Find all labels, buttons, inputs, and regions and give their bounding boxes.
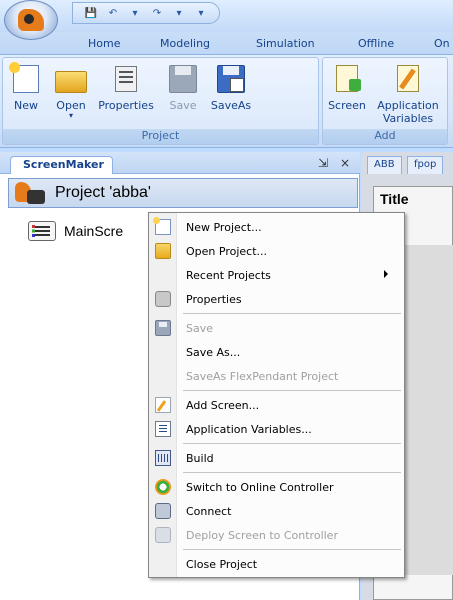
tab-home[interactable]: Home bbox=[88, 37, 120, 50]
project-group: New Open ▾ Properties Save SaveAs Projec… bbox=[2, 57, 319, 145]
menu-separator bbox=[183, 313, 401, 314]
menu-item-deploy-screen[interactable]: Deploy Screen to Controller bbox=[149, 523, 404, 547]
application-variables-icon bbox=[391, 62, 425, 96]
menu-item-close-project[interactable]: Close Project bbox=[149, 552, 404, 576]
menu-item-build[interactable]: Build bbox=[149, 446, 404, 470]
add-screen-icon bbox=[155, 397, 171, 413]
application-variables-button[interactable]: Application Variables bbox=[373, 62, 443, 125]
customize-toolbar-icon[interactable]: ▾ bbox=[193, 5, 209, 21]
menu-item-properties[interactable]: Properties bbox=[149, 287, 404, 311]
dropdown-arrow-icon[interactable]: ▾ bbox=[69, 112, 73, 120]
new-button[interactable]: New bbox=[9, 62, 43, 112]
save-icon[interactable]: 💾 bbox=[83, 5, 99, 21]
build-icon bbox=[155, 450, 171, 466]
tab-screenmaker[interactable]: ScreenMaker bbox=[10, 156, 113, 174]
project-title: Project 'abba' bbox=[55, 184, 151, 201]
submenu-arrow-icon bbox=[384, 270, 388, 278]
menu-separator bbox=[183, 549, 401, 550]
new-project-icon bbox=[9, 62, 43, 96]
menu-item-recent-projects[interactable]: Recent Projects bbox=[149, 263, 404, 287]
properties-button[interactable]: Properties bbox=[95, 62, 157, 112]
tab-fpop[interactable]: fpop bbox=[407, 156, 444, 174]
tab-abb[interactable]: ABB bbox=[367, 156, 402, 174]
menu-item-application-variables[interactable]: Application Variables... bbox=[149, 417, 404, 441]
tree-item-label: MainScre bbox=[64, 223, 124, 239]
title-bar: 💾 ↶ ▾ ↷ ▾ ▾ bbox=[0, 0, 453, 32]
menu-item-save-as[interactable]: Save As... bbox=[149, 340, 404, 364]
open-folder-icon bbox=[155, 243, 171, 259]
tab-offline[interactable]: Offline bbox=[358, 37, 394, 50]
project-context-menu: New Project... Open Project... Recent Pr… bbox=[148, 212, 405, 578]
properties-icon bbox=[109, 62, 143, 96]
group-label: Add bbox=[323, 129, 447, 144]
menu-item-saveas-flexpendant[interactable]: SaveAs FlexPendant Project bbox=[149, 364, 404, 388]
switch-controller-icon bbox=[155, 479, 171, 495]
save-as-button[interactable]: SaveAs bbox=[209, 62, 253, 112]
ribbon: New Open ▾ Properties Save SaveAs Projec… bbox=[0, 54, 453, 148]
robot-project-icon bbox=[9, 180, 55, 206]
group-label: Project bbox=[3, 129, 318, 144]
tab-online[interactable]: On bbox=[434, 37, 450, 50]
project-header[interactable]: Project 'abba' bbox=[8, 178, 358, 208]
add-group: Screen Application Variables Add bbox=[322, 57, 448, 145]
dropdown-arrow-icon[interactable]: ▾ bbox=[171, 5, 187, 21]
dropdown-arrow-icon[interactable]: ▾ bbox=[127, 5, 143, 21]
open-folder-icon bbox=[54, 62, 88, 96]
tree-item-mainscreen[interactable]: MainScre bbox=[28, 221, 123, 241]
connect-icon bbox=[155, 503, 171, 519]
ribbon-tabs: Home Modeling Simulation Offline On bbox=[0, 32, 453, 54]
menu-separator bbox=[183, 472, 401, 473]
tab-modeling[interactable]: Modeling bbox=[160, 37, 210, 50]
redo-icon[interactable]: ↷ bbox=[149, 5, 165, 21]
deploy-icon bbox=[155, 527, 171, 543]
application-button[interactable] bbox=[4, 0, 58, 40]
pin-icon[interactable]: ⇲ bbox=[318, 156, 328, 170]
robot-logo-icon bbox=[18, 9, 44, 31]
close-icon[interactable]: × bbox=[340, 156, 350, 170]
application-variables-icon bbox=[155, 421, 171, 437]
screen-icon bbox=[28, 221, 56, 241]
menu-item-switch-online[interactable]: Switch to Online Controller bbox=[149, 475, 404, 499]
menu-item-open-project[interactable]: Open Project... bbox=[149, 239, 404, 263]
open-button[interactable]: Open ▾ bbox=[51, 62, 91, 120]
add-screen-icon bbox=[330, 62, 364, 96]
save-icon bbox=[155, 320, 171, 336]
save-icon bbox=[166, 62, 200, 96]
new-document-icon bbox=[153, 217, 171, 235]
screen-button[interactable]: Screen bbox=[327, 62, 367, 112]
menu-item-add-screen[interactable]: Add Screen... bbox=[149, 393, 404, 417]
menu-item-connect[interactable]: Connect bbox=[149, 499, 404, 523]
menu-separator bbox=[183, 443, 401, 444]
menu-separator bbox=[183, 390, 401, 391]
save-as-icon bbox=[214, 62, 248, 96]
menu-item-new-project[interactable]: New Project... bbox=[149, 215, 404, 239]
panel-tab-bar: ScreenMaker ⇲ × bbox=[0, 152, 360, 174]
tab-simulation[interactable]: Simulation bbox=[256, 37, 315, 50]
menu-item-save[interactable]: Save bbox=[149, 316, 404, 340]
properties-icon bbox=[155, 291, 171, 307]
canvas-title: Title bbox=[380, 191, 409, 207]
quick-access-toolbar: 💾 ↶ ▾ ↷ ▾ ▾ bbox=[72, 2, 220, 24]
undo-icon[interactable]: ↶ bbox=[105, 5, 121, 21]
save-button[interactable]: Save bbox=[165, 62, 201, 112]
